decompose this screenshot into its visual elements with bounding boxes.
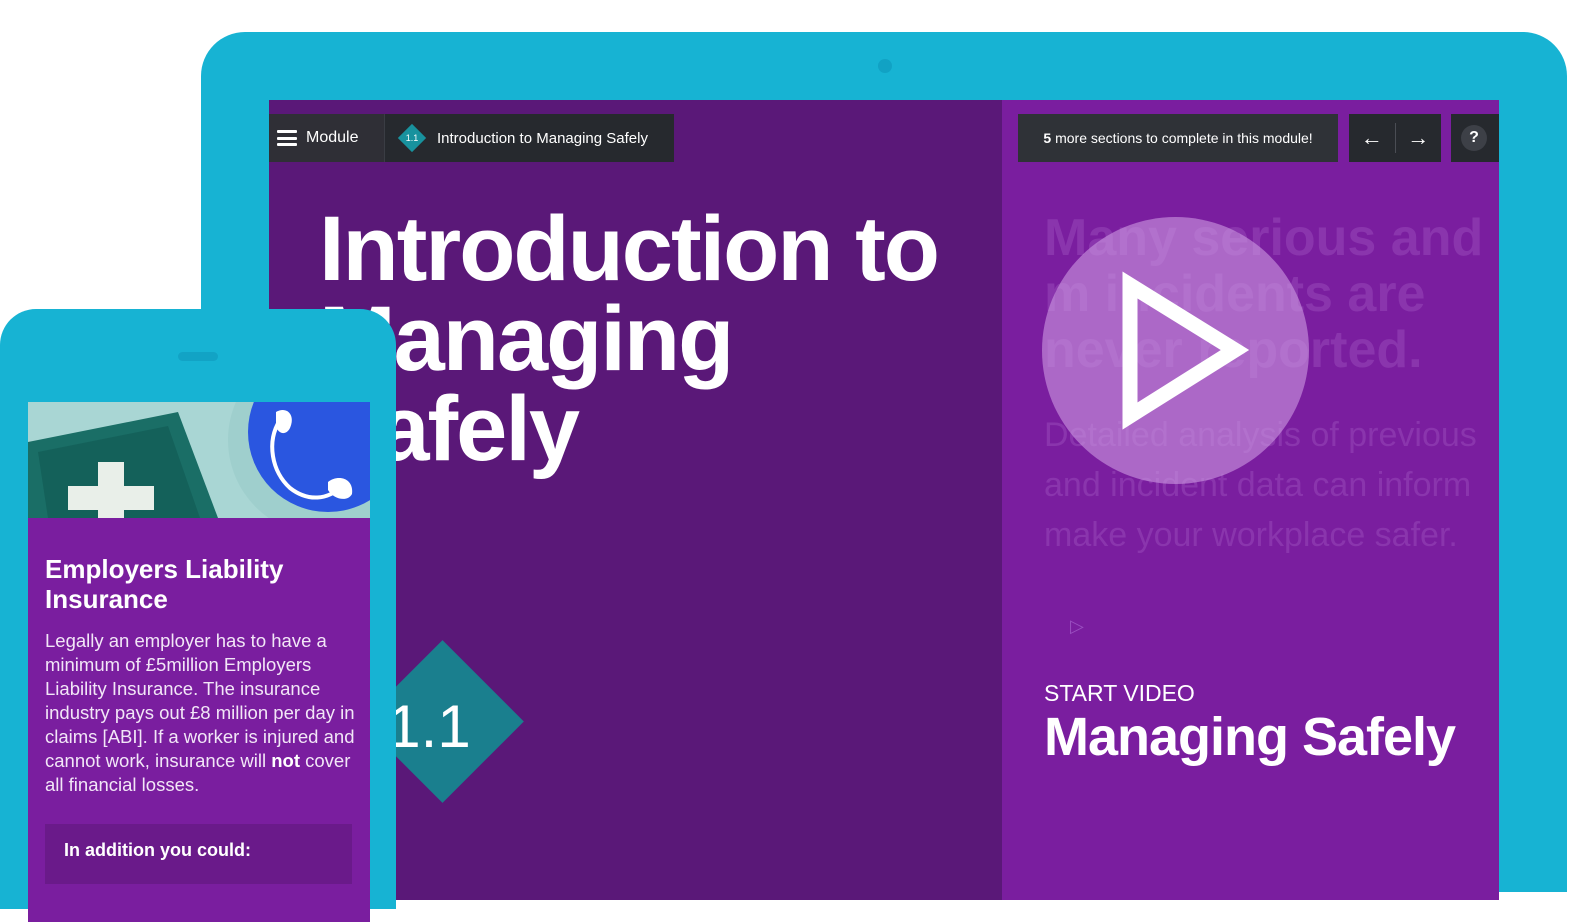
page-title: Introduction to Managing Safely xyxy=(319,198,940,480)
card-body-emphasis: not xyxy=(271,750,300,771)
card-title: Employers Liability Insurance xyxy=(45,554,284,614)
tablet-device: Module 1.1 Introduction to Managing Safe… xyxy=(201,32,1567,900)
video-title[interactable]: Managing Safely xyxy=(1044,706,1456,768)
card-body: Legally an employer has to have a minimu… xyxy=(45,629,357,797)
phone-screen: Employers Liability Insurance Legally an… xyxy=(28,402,370,922)
phone-speaker xyxy=(178,352,218,361)
addition-heading: In addition you could: xyxy=(64,840,251,860)
progress-count: 5 xyxy=(1043,130,1052,146)
arrow-right-icon[interactable]: → xyxy=(1395,114,1441,162)
progress-text: more sections to complete in this module… xyxy=(1055,130,1313,146)
section-number: 1.1 xyxy=(405,133,419,143)
small-play-icon: ▷ xyxy=(1070,616,1084,636)
top-navigation: Module 1.1 Introduction to Managing Safe… xyxy=(269,114,674,162)
play-video-button[interactable] xyxy=(1042,217,1309,484)
help-icon[interactable]: ? xyxy=(1461,125,1487,151)
module-label: Module xyxy=(306,129,359,146)
help-container: ? xyxy=(1451,114,1499,162)
hero-image xyxy=(28,402,370,518)
breadcrumb-current-section[interactable]: 1.1 Introduction to Managing Safely xyxy=(384,114,674,162)
arrow-left-icon[interactable]: ← xyxy=(1349,114,1395,162)
start-video-label[interactable]: START VIDEO xyxy=(1044,680,1195,707)
first-aid-cross-icon xyxy=(28,402,370,518)
page-navigation: ← → xyxy=(1349,114,1441,162)
progress-message: 5 more sections to complete in this modu… xyxy=(1018,114,1338,162)
phone-device: Employers Liability Insurance Legally an… xyxy=(0,309,396,922)
tablet-screen: Module 1.1 Introduction to Managing Safe… xyxy=(269,100,1499,900)
module-menu-button[interactable]: Module xyxy=(269,114,384,162)
video-pane: Many serious and m incidents are never r… xyxy=(1002,100,1499,900)
section-diamond-icon: 1.1 xyxy=(397,123,427,153)
tablet-camera xyxy=(878,59,892,73)
play-icon xyxy=(1122,271,1250,430)
hamburger-icon xyxy=(277,130,297,146)
section-title: Introduction to Managing Safely xyxy=(437,129,648,147)
addition-box: In addition you could: xyxy=(45,824,352,884)
